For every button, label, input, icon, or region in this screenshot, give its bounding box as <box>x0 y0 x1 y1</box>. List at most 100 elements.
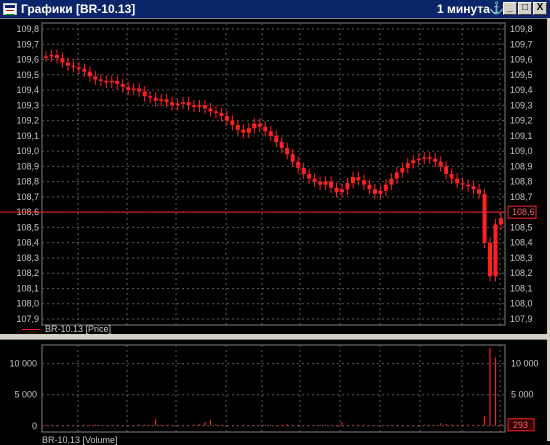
minimize-button[interactable]: _ <box>503 2 517 15</box>
price-candle-body <box>109 80 114 83</box>
price-candle-body <box>219 112 224 116</box>
price-candle-body <box>471 186 476 190</box>
price-tick-right: 109,4 <box>510 85 533 95</box>
price-tick-right: 109,3 <box>510 100 533 110</box>
price-tick-right: 109,8 <box>510 24 533 34</box>
timeframe-label[interactable]: 1 минута <box>437 2 490 16</box>
price-tick-right: 108,9 <box>510 161 533 171</box>
price-candle-body <box>301 167 306 174</box>
price-candle-body <box>323 181 328 185</box>
price-candle-body <box>241 129 246 133</box>
price-candle-body <box>93 76 98 80</box>
price-tick-left: 109,3 <box>16 100 39 110</box>
price-tick-right: 107,9 <box>510 314 533 324</box>
price-pane[interactable]: 109,8 109,8 109,7 109,7 109,6 109,6 109,5 109,5… <box>0 18 550 335</box>
price-candle-body <box>115 80 120 84</box>
price-candle-body <box>466 184 471 187</box>
price-candle-body <box>329 181 334 188</box>
price-tick-left: 109,2 <box>16 116 39 126</box>
price-tick-right: 109,2 <box>510 116 533 126</box>
price-candle-body <box>142 91 147 97</box>
price-tick-right: 108,4 <box>510 238 533 248</box>
price-candle-body <box>148 96 153 98</box>
price-candle-body <box>120 83 125 87</box>
price-candle-body <box>416 158 421 161</box>
price-chart[interactable]: 109,8 109,8 109,7 109,7 109,6 109,6 109,5 109,5… <box>0 19 550 335</box>
close-button[interactable]: X <box>533 2 547 15</box>
price-candle-body <box>378 190 383 194</box>
price-candle-body <box>153 97 158 101</box>
price-tick-left: 108,3 <box>16 253 39 263</box>
anchor-icon[interactable]: ⚓ <box>489 1 504 15</box>
price-candle-body <box>213 111 218 113</box>
price-candle-body <box>246 128 251 133</box>
price-tick-right: 108,5 <box>510 222 533 232</box>
price-candle-body <box>44 56 48 58</box>
price-tick-left: 108,0 <box>16 299 39 309</box>
price-candle-body <box>274 135 279 142</box>
price-candle-body <box>383 184 388 191</box>
price-candle-body <box>159 99 164 101</box>
price-candle-body <box>334 187 339 193</box>
price-candle-body <box>71 65 76 68</box>
price-tick-right: 108,3 <box>510 253 533 263</box>
price-candle-body <box>340 189 345 193</box>
price-candle-body <box>356 177 361 181</box>
price-tick-left: 109,4 <box>16 85 39 95</box>
price-legend: BR-10.13 [Price] <box>22 324 111 334</box>
volume-legend-label: BR-10.13 [Volume] <box>42 435 118 445</box>
price-candle-body <box>131 88 136 91</box>
price-tick-left: 109,1 <box>16 131 39 141</box>
window-title: Графики [BR-10.13] <box>21 2 136 16</box>
volume-tick-right: 5 000 <box>511 390 534 400</box>
price-candle-body <box>427 157 432 159</box>
price-candle-body <box>104 80 109 83</box>
price-candle-body <box>285 148 290 155</box>
maximize-button[interactable]: □ <box>518 2 532 15</box>
price-candle-body <box>367 184 372 190</box>
price-candle-body <box>449 174 454 179</box>
price-candle-body <box>60 58 65 63</box>
price-candle-body <box>208 108 213 112</box>
price-candle-body <box>186 102 191 106</box>
price-tick-left: 107,9 <box>16 314 39 324</box>
price-candle-body <box>318 181 323 185</box>
price-candle-body <box>181 102 186 104</box>
price-candle-body <box>477 189 482 194</box>
price-tick-right: 109,0 <box>510 146 533 156</box>
price-candle-body <box>411 160 416 164</box>
volume-tick-left: 0 <box>32 421 37 431</box>
price-candle-body <box>126 87 131 91</box>
price-tick-left: 108,1 <box>16 283 39 293</box>
volume-chart[interactable]: 10 00010 0005 0005 00000293 <box>0 340 550 442</box>
price-candle-body <box>290 154 295 162</box>
price-tick-left: 108,5 <box>16 222 39 232</box>
price-tick-right: 109,6 <box>510 55 533 65</box>
volume-pane[interactable]: 10 00010 0005 0005 00000293 BR-10.13 [Vo… <box>0 339 550 445</box>
price-candle-body <box>460 183 465 185</box>
price-candle-body <box>224 116 229 121</box>
price-candle-body <box>235 125 240 130</box>
price-candle-body <box>82 68 87 72</box>
current-volume-label: 293 <box>513 420 528 430</box>
volume-tick-right: 10 000 <box>511 359 539 369</box>
price-candle-body <box>164 99 169 103</box>
price-candle-body <box>433 158 438 162</box>
title-bar[interactable]: Графики [BR-10.13] 1 минута ⚓ _ □ X <box>0 0 550 18</box>
price-candle-body <box>455 178 460 184</box>
price-candle-body <box>49 54 54 57</box>
legend-swatch <box>22 329 40 331</box>
price-candle-body <box>137 88 142 92</box>
price-tick-right: 108,0 <box>510 299 533 309</box>
price-candle-body <box>296 161 301 168</box>
price-candle-body <box>394 172 399 179</box>
price-candle-body <box>87 71 92 77</box>
volume-legend: BR-10.13 [Volume] <box>42 435 118 445</box>
price-candle-body <box>493 224 498 277</box>
price-tick-left: 109,0 <box>16 146 39 156</box>
price-candle-body <box>252 123 257 129</box>
current-price-label: 108,6 <box>512 207 535 217</box>
price-candle-body <box>170 102 175 106</box>
price-candle-body <box>482 193 487 243</box>
price-candle-body <box>438 161 443 167</box>
